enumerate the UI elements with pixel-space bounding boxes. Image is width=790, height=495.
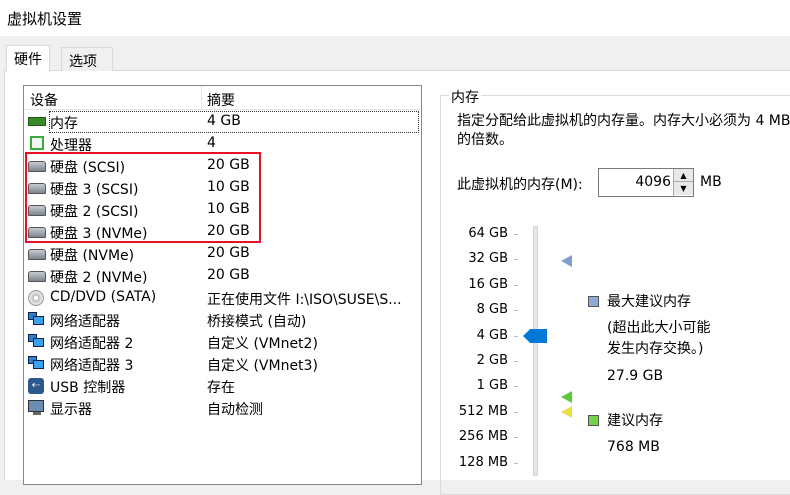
device-row[interactable]: 显示器 自动检测 (24, 397, 421, 419)
device-row[interactable]: ⇠ USB 控制器 存在 (24, 375, 421, 397)
cpu-icon (28, 136, 46, 152)
device-summary: 4 (207, 135, 216, 151)
device-name: CD/DVD (SATA) (50, 289, 157, 305)
display-icon (28, 400, 46, 416)
group-title: 内存 (449, 87, 481, 107)
window-title: 虚拟机设置 (7, 10, 83, 28)
device-name: 内存 (50, 116, 78, 132)
recommended-legend-icon (588, 415, 599, 426)
column-header-device[interactable]: 设备 (30, 90, 58, 110)
device-name: 硬盘 2 (NVMe) (50, 270, 148, 286)
device-name: 显示器 (50, 402, 92, 418)
memory-description: 指定分配给此虚拟机的内存量。内存大小必须为 4 MB 的倍数。 (457, 112, 790, 150)
title-bar: 虚拟机设置 (0, 0, 790, 36)
list-header: 设备 摘要 (24, 86, 421, 110)
device-summary: 20 GB (207, 245, 250, 261)
max-recommended-note: 发生内存交换。) (607, 341, 704, 357)
hard-disk-icon (28, 268, 46, 284)
device-row[interactable]: 硬盘 (NVMe) 20 GB (24, 243, 421, 265)
device-name: 硬盘 (NVMe) (50, 248, 135, 264)
memory-slider-track[interactable] (533, 226, 538, 476)
max-recommended-legend-icon (588, 296, 599, 307)
scale-label: 1 GB (428, 378, 518, 393)
network-adapter-icon (28, 334, 46, 350)
device-row[interactable]: 网络适配器 桥接模式 (自动) (24, 309, 421, 331)
spin-down-button[interactable]: ▼ (674, 182, 693, 195)
column-divider[interactable] (201, 86, 202, 110)
scale-label: 64 GB (428, 226, 518, 241)
cd-dvd-icon (28, 290, 46, 306)
scale-label: 128 MB (428, 455, 518, 470)
network-adapter-icon (28, 356, 46, 372)
device-name: 网络适配器 2 (50, 336, 134, 352)
column-header-summary[interactable]: 摘要 (207, 90, 235, 110)
highlight-box (25, 152, 261, 243)
tab-hardware[interactable]: 硬件 (6, 45, 50, 72)
max-recommended-label: 最大建议内存 (607, 294, 691, 310)
device-row[interactable]: 内存 4 GB (24, 111, 421, 133)
max-recommended-value: 27.9 GB (607, 368, 664, 384)
description-line: 的倍数。 (457, 132, 513, 148)
device-summary: 自动检测 (207, 402, 263, 418)
device-row[interactable]: 网络适配器 3 自定义 (VMnet3) (24, 353, 421, 375)
network-adapter-icon (28, 312, 46, 328)
device-row[interactable]: CD/DVD (SATA) 正在使用文件 I:\ISO\SUSE\S... (24, 287, 421, 309)
memory-unit: MB (700, 174, 722, 190)
memory-stepper: ▲▼ (598, 168, 694, 197)
scale-label: 16 GB (428, 277, 518, 292)
device-summary: 自定义 (VMnet2) (207, 336, 318, 352)
recommended-label: 建议内存 (607, 413, 663, 429)
device-name: 网络适配器 (50, 314, 120, 330)
scale-label: 4 GB (428, 328, 518, 343)
scale-label: 512 MB (428, 404, 518, 419)
hard-disk-icon (28, 246, 46, 262)
memory-field-label: 此虚拟机的内存(M): (457, 177, 583, 193)
memory-icon (28, 114, 46, 130)
recommended-value: 768 MB (607, 439, 660, 455)
device-summary: 自定义 (VMnet3) (207, 358, 318, 374)
device-name: 网络适配器 3 (50, 358, 134, 374)
max-recommended-note: (超出此大小可能 (607, 320, 711, 336)
device-summary: 20 GB (207, 267, 250, 283)
scale-label: 2 GB (428, 353, 518, 368)
usb-icon: ⇠ (28, 378, 46, 394)
scale-label: 8 GB (428, 302, 518, 317)
spin-up-button[interactable]: ▲ (674, 169, 693, 182)
tab-options[interactable]: 选项 (61, 47, 113, 71)
scale-label: 256 MB (428, 429, 518, 444)
device-summary: 正在使用文件 I:\ISO\SUSE\S... (207, 292, 402, 308)
device-summary: 4 GB (207, 113, 241, 129)
memory-input[interactable] (601, 171, 671, 193)
description-line: 指定分配给此虚拟机的内存量。内存大小必须为 4 MB (457, 113, 790, 129)
scale-label: 32 GB (428, 251, 518, 266)
device-summary: 存在 (207, 380, 235, 396)
device-summary: 桥接模式 (自动) (207, 314, 307, 330)
device-list[interactable]: 设备 摘要 内存 4 GB 处理器 4 硬盘 (SCSI) 20 GB 硬盘 3 (SCSI… (23, 85, 422, 485)
device-row[interactable]: 硬盘 2 (NVMe) 20 GB (24, 265, 421, 287)
device-name: USB 控制器 (50, 380, 126, 396)
device-row[interactable]: 网络适配器 2 自定义 (VMnet2) (24, 331, 421, 353)
